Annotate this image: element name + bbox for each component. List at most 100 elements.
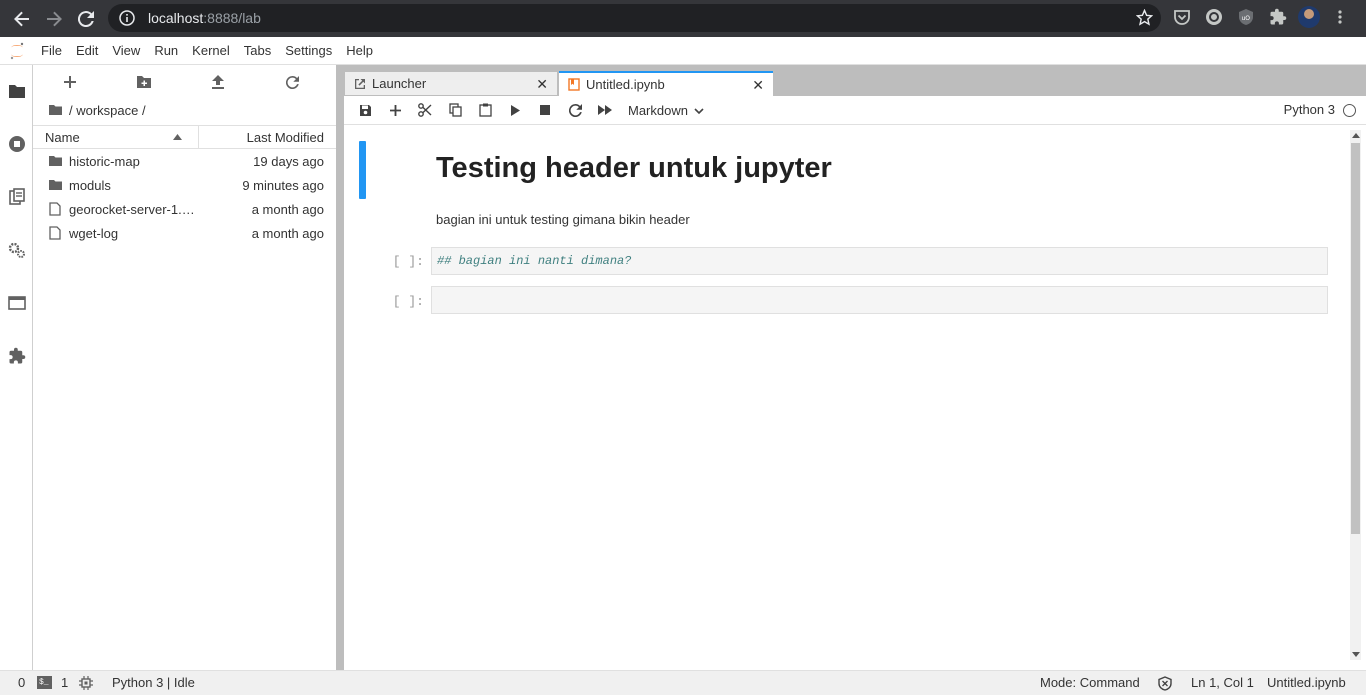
plus-icon: [64, 76, 76, 88]
notebook-mode[interactable]: Mode: Command: [1040, 675, 1140, 690]
kernel-count[interactable]: 0: [18, 675, 25, 690]
file-name: moduls: [69, 177, 111, 193]
menu-kernel[interactable]: Kernel: [185, 37, 237, 65]
open-tabs-tab[interactable]: [0, 285, 33, 321]
profile-avatar[interactable]: [1298, 6, 1320, 28]
insert-cell-button[interactable]: [380, 98, 410, 122]
arrow-left-icon: [14, 11, 29, 26]
scrollbar-thumb[interactable]: [1351, 143, 1360, 534]
menu-file[interactable]: File: [34, 37, 69, 65]
notebook-toolbar: Markdown Python 3: [344, 96, 1366, 125]
property-inspector-tab[interactable]: [0, 232, 33, 268]
file-name: wget-log: [69, 225, 119, 241]
breadcrumb-path[interactable]: / workspace /: [69, 103, 146, 118]
tab-launcher-label: Launcher: [372, 76, 427, 91]
menu-edit[interactable]: Edit: [69, 37, 105, 65]
bookmark-star-icon[interactable]: [1135, 8, 1154, 29]
plus-icon: [389, 104, 401, 116]
extension-manager-tab[interactable]: [0, 338, 33, 374]
grammarly-icon[interactable]: [1202, 5, 1226, 29]
menu-run[interactable]: Run: [147, 37, 185, 65]
run-button[interactable]: [500, 98, 530, 122]
notebook-scrollbar[interactable]: [1350, 130, 1361, 660]
pocket-icon[interactable]: [1170, 5, 1194, 29]
upload-button[interactable]: [181, 75, 255, 89]
name-column-header[interactable]: Name: [33, 126, 199, 148]
scroll-down-arrow-icon[interactable]: [1352, 652, 1360, 657]
notebook-content: Testing header untuk jupyter bagian ini …: [344, 126, 1366, 665]
panel-splitter[interactable]: [336, 65, 344, 670]
ublock-icon[interactable]: uO: [1234, 5, 1258, 29]
file-icon: [33, 226, 69, 240]
running-sessions-tab[interactable]: [0, 126, 33, 162]
site-info-icon[interactable]: [118, 9, 136, 27]
scroll-up-arrow-icon[interactable]: [1352, 133, 1360, 138]
copy-button[interactable]: [440, 98, 470, 122]
kernel-status-text[interactable]: Python 3 | Idle: [112, 675, 195, 690]
trusted-shield-icon[interactable]: [1158, 676, 1172, 691]
interrupt-button[interactable]: [530, 98, 560, 122]
left-activity-bar: [0, 65, 33, 670]
code-cell-editor[interactable]: ## bagian ini nanti dimana?: [431, 247, 1328, 275]
terminal-icon[interactable]: $_: [37, 676, 52, 689]
notebook-icon: [568, 78, 580, 91]
menu-tabs[interactable]: Tabs: [237, 37, 278, 65]
gears-icon: [8, 242, 25, 258]
file-row[interactable]: wget-log a month ago: [33, 221, 336, 245]
status-filename: Untitled.ipynb: [1267, 675, 1346, 690]
restart-run-all-button[interactable]: [590, 98, 620, 122]
tab-notebook[interactable]: Untitled.ipynb ✕: [559, 71, 773, 96]
cursor-position[interactable]: Ln 1, Col 1: [1191, 675, 1254, 690]
forward-button[interactable]: [38, 3, 70, 35]
file-row[interactable]: moduls 9 minutes ago: [33, 173, 336, 197]
extensions-puzzle-icon[interactable]: [1266, 5, 1290, 29]
menu-help[interactable]: Help: [339, 37, 380, 65]
file-row[interactable]: georocket-server-1.3... a month ago: [33, 197, 336, 221]
terminal-count[interactable]: 1: [61, 675, 68, 690]
home-folder-icon[interactable]: [48, 104, 63, 116]
cell-type-dropdown[interactable]: Markdown: [628, 103, 704, 118]
active-cell-indicator: [359, 141, 366, 199]
new-launcher-button[interactable]: [33, 76, 107, 88]
back-button[interactable]: [6, 3, 38, 35]
notebook-panel: Markdown Python 3 Testing header untuk j…: [344, 96, 1366, 670]
browser-menu-kebab-icon[interactable]: [1328, 5, 1352, 29]
markdown-heading[interactable]: Testing header untuk jupyter: [436, 152, 832, 185]
paste-button[interactable]: [470, 98, 500, 122]
address-bar[interactable]: localhost:8888/lab: [108, 4, 1161, 32]
file-browser-tab[interactable]: [0, 73, 33, 109]
cut-button[interactable]: [410, 98, 440, 122]
file-modified: a month ago: [251, 225, 324, 241]
breadcrumb: / workspace /: [33, 99, 336, 121]
new-folder-icon: [137, 76, 151, 88]
cell-type-value: Markdown: [628, 102, 688, 118]
folder-icon: [8, 85, 25, 98]
command-palette-tab[interactable]: [0, 179, 33, 215]
copy-icon: [448, 103, 462, 117]
close-icon[interactable]: ✕: [752, 77, 764, 94]
restart-kernel-button[interactable]: [560, 98, 590, 122]
arrow-right-icon: [47, 11, 62, 26]
refresh-icon: [568, 103, 582, 117]
new-folder-button[interactable]: [107, 75, 181, 89]
code-cell-editor[interactable]: [431, 286, 1328, 314]
reload-button[interactable]: [70, 3, 102, 35]
file-name: historic-map: [69, 153, 140, 169]
close-icon[interactable]: ✕: [536, 76, 548, 93]
file-row[interactable]: historic-map 19 days ago: [33, 149, 336, 173]
menu-view[interactable]: View: [105, 37, 147, 65]
tab-notebook-label: Untitled.ipynb: [586, 77, 665, 92]
kernel-name-button[interactable]: Python 3: [1284, 102, 1335, 117]
file-list: historic-map 19 days ago moduls 9 minute…: [33, 149, 336, 245]
save-button[interactable]: [350, 98, 380, 122]
markdown-paragraph[interactable]: bagian ini untuk testing gimana bikin he…: [436, 212, 690, 227]
name-column-label: Name: [45, 129, 80, 145]
modified-column-header[interactable]: Last Modified: [199, 126, 336, 148]
play-icon: [511, 104, 520, 116]
main-dock-area: Launcher ✕ Untitled.ipynb ✕ Markdown Pyt…: [344, 65, 1366, 670]
menu-settings[interactable]: Settings: [278, 37, 339, 65]
launcher-icon: [355, 78, 365, 89]
tab-launcher[interactable]: Launcher ✕: [344, 71, 558, 96]
code-cell-source: ## bagian ini nanti dimana?: [437, 254, 632, 268]
refresh-button[interactable]: [255, 75, 329, 89]
